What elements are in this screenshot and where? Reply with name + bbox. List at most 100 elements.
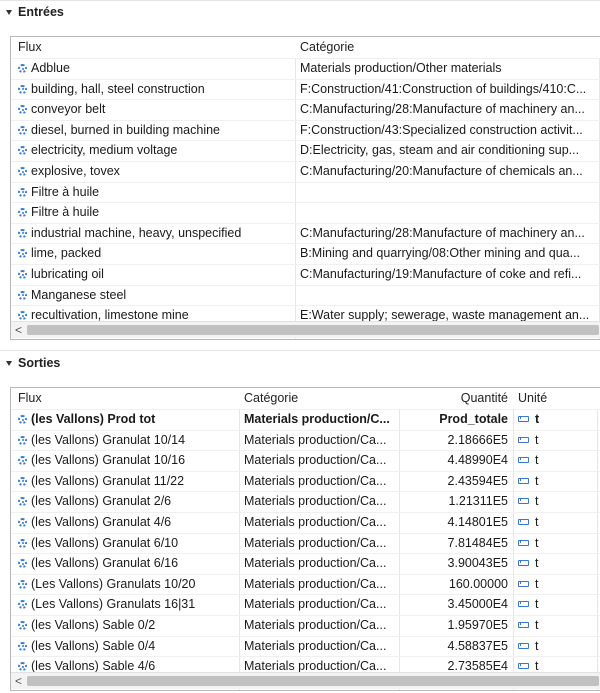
quantity-cell[interactable]: 4.14801E5 [400, 512, 512, 532]
table-row[interactable]: explosive, tovex C:Manufacturing/20:Manuf… [11, 161, 600, 183]
quantity-cell[interactable]: 7.81484E5 [400, 533, 512, 553]
column-header-flux[interactable]: Flux [14, 388, 238, 408]
category-cell[interactable]: Materials production/Ca... [240, 636, 398, 656]
quantity-cell[interactable]: 1.95970E5 [400, 615, 512, 635]
flow-cell[interactable]: (les Vallons) Granulat 2/6 [14, 491, 238, 511]
quantity-cell[interactable]: 2.18666E5 [400, 430, 512, 450]
category-cell[interactable]: Materials production/Ca... [240, 594, 398, 614]
table-row[interactable]: electricity, medium voltage D:Electricity… [11, 140, 600, 162]
flow-cell[interactable]: (Les Vallons) Granulats 16|31 [14, 594, 238, 614]
category-cell[interactable] [296, 182, 599, 202]
table-row[interactable]: (les Vallons) Granulat 6/10 Materials pro… [11, 533, 600, 555]
table-row[interactable]: (les Vallons) Granulat 6/16 Materials pro… [11, 553, 600, 575]
flow-cell[interactable]: (les Vallons) Granulat 6/16 [14, 553, 238, 573]
column-header-category[interactable]: Catégorie [296, 37, 599, 57]
category-cell[interactable] [296, 202, 599, 222]
unit-cell[interactable]: t [514, 450, 597, 470]
flow-cell[interactable]: (les Vallons) Sable 0/4 [14, 636, 238, 656]
flow-cell[interactable]: (les Vallons) Sable 0/2 [14, 615, 238, 635]
column-header-category[interactable]: Catégorie [240, 388, 398, 408]
outputs-section-header[interactable]: Sorties [0, 352, 600, 374]
flow-cell[interactable]: Filtre à huile [14, 182, 294, 202]
table-row[interactable]: (les Vallons) Granulat 10/16 Materials pr… [11, 450, 600, 472]
unit-cell[interactable]: t [514, 636, 597, 656]
category-cell[interactable]: Materials production/Ca... [240, 450, 398, 470]
flow-cell[interactable]: Manganese steel [14, 285, 294, 305]
flow-cell[interactable]: conveyor belt [14, 99, 294, 119]
quantity-cell[interactable]: 4.58837E5 [400, 636, 512, 656]
category-cell[interactable]: Materials production/Ca... [240, 512, 398, 532]
flow-cell[interactable]: (Les Vallons) Granulats 10/20 [14, 574, 238, 594]
category-cell[interactable] [296, 285, 599, 305]
flow-cell[interactable]: diesel, burned in building machine [14, 120, 294, 140]
horizontal-scrollbar[interactable]: < [11, 321, 600, 338]
quantity-cell[interactable]: 3.90043E5 [400, 553, 512, 573]
category-cell[interactable]: B:Mining and quarrying/08:Other mining a… [296, 243, 599, 263]
outputs-table[interactable]: Flux Catégorie Quantité Unité (les Vallo… [10, 387, 600, 691]
table-row[interactable]: (les Vallons) Sable 0/2 Materials product… [11, 615, 600, 637]
unit-cell[interactable]: t [514, 594, 597, 614]
quantity-cell[interactable]: Prod_totale [400, 409, 512, 429]
unit-cell[interactable]: t [514, 574, 597, 594]
flow-cell[interactable]: lime, packed [14, 243, 294, 263]
table-row[interactable]: industrial machine, heavy, unspecified C:… [11, 223, 600, 245]
table-row[interactable]: (les Vallons) Granulat 11/22 Materials pr… [11, 471, 600, 493]
unit-cell[interactable]: t [514, 471, 597, 491]
flow-cell[interactable]: (les Vallons) Granulat 10/14 [14, 430, 238, 450]
unit-cell[interactable]: t [514, 553, 597, 573]
table-row[interactable]: Manganese steel [11, 285, 600, 307]
flow-cell[interactable]: (les Vallons) Granulat 4/6 [14, 512, 238, 532]
quantity-cell[interactable]: 1.21311E5 [400, 491, 512, 511]
category-cell[interactable]: Materials production/Ca... [240, 574, 398, 594]
quantity-cell[interactable]: 4.48990E4 [400, 450, 512, 470]
column-header-quantity[interactable]: Quantité [400, 388, 512, 408]
table-row[interactable]: (les Vallons) Granulat 10/14 Materials pr… [11, 430, 600, 452]
flow-cell[interactable]: (les Vallons) Granulat 11/22 [14, 471, 238, 491]
category-cell[interactable]: Materials production/Ca... [240, 615, 398, 635]
unit-cell[interactable]: t [514, 409, 597, 429]
unit-cell[interactable]: t [514, 533, 597, 553]
column-header-flux[interactable]: Flux [14, 37, 294, 57]
table-row[interactable]: (Les Vallons) Granulats 10/20 Materials p… [11, 574, 600, 596]
flow-cell[interactable]: Adblue [14, 58, 294, 78]
flow-cell[interactable]: electricity, medium voltage [14, 140, 294, 160]
table-row[interactable]: diesel, burned in building machine F:Cons… [11, 120, 600, 142]
table-row[interactable]: Filtre à huile [11, 202, 600, 224]
unit-cell[interactable]: t [514, 491, 597, 511]
scrollbar-thumb[interactable] [27, 325, 599, 335]
flow-cell[interactable]: (les Vallons) Granulat 6/10 [14, 533, 238, 553]
category-cell[interactable]: F:Construction/43:Specialized constructi… [296, 120, 599, 140]
table-row[interactable]: building, hall, steel construction F:Cons… [11, 79, 600, 101]
inputs-table[interactable]: Flux Catégorie Adblue Materials productio… [10, 36, 600, 340]
table-row[interactable]: conveyor belt C:Manufacturing/28:Manufact… [11, 99, 600, 121]
category-cell[interactable]: F:Construction/41:Construction of buildi… [296, 79, 599, 99]
flow-cell[interactable]: explosive, tovex [14, 161, 294, 181]
quantity-cell[interactable]: 160.00000 [400, 574, 512, 594]
flow-cell[interactable]: Filtre à huile [14, 202, 294, 222]
scroll-left-arrow-icon[interactable]: < [15, 322, 22, 338]
category-cell[interactable]: C:Manufacturing/28:Manufacture of machin… [296, 223, 599, 243]
flow-cell[interactable]: (les Vallons) Prod tot [14, 409, 238, 429]
table-row[interactable]: (les Vallons) Sable 0/4 Materials product… [11, 636, 600, 658]
category-cell[interactable]: D:Electricity, gas, steam and air condit… [296, 140, 599, 160]
flow-cell[interactable]: lubricating oil [14, 264, 294, 284]
scrollbar-thumb[interactable] [27, 676, 599, 686]
category-cell[interactable]: C:Manufacturing/19:Manufacture of coke a… [296, 264, 599, 284]
category-cell[interactable]: Materials production/Ca... [240, 471, 398, 491]
table-row[interactable]: Filtre à huile [11, 182, 600, 204]
category-cell[interactable]: Materials production/Ca... [240, 533, 398, 553]
unit-cell[interactable]: t [514, 512, 597, 532]
collapse-arrow-icon[interactable] [6, 9, 12, 15]
category-cell[interactable]: Materials production/Ca... [240, 553, 398, 573]
table-row[interactable]: Adblue Materials production/Other materia… [11, 58, 600, 80]
quantity-cell[interactable]: 2.43594E5 [400, 471, 512, 491]
flow-cell[interactable]: (les Vallons) Granulat 10/16 [14, 450, 238, 470]
unit-cell[interactable]: t [514, 615, 597, 635]
unit-cell[interactable]: t [514, 430, 597, 450]
table-row[interactable]: (Les Vallons) Granulats 16|31 Materials p… [11, 594, 600, 616]
horizontal-scrollbar[interactable]: < [11, 672, 600, 689]
category-cell[interactable]: Materials production/Ca... [240, 430, 398, 450]
category-cell[interactable]: Materials production/C... [240, 409, 398, 429]
flow-cell[interactable]: industrial machine, heavy, unspecified [14, 223, 294, 243]
scroll-left-arrow-icon[interactable]: < [15, 673, 22, 689]
